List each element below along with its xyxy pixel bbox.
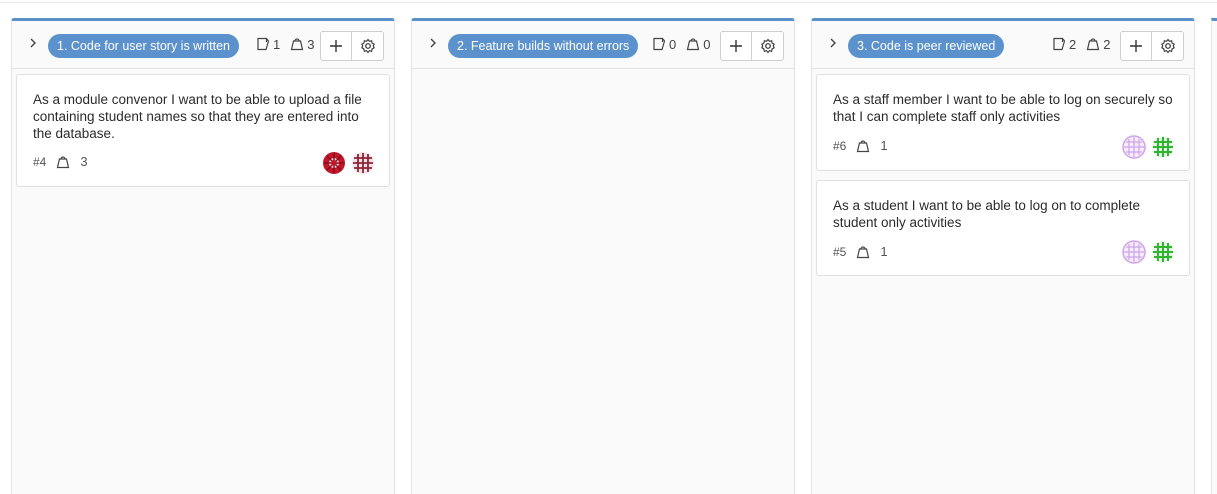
column-actions <box>1120 31 1184 61</box>
weight-icon <box>857 245 870 258</box>
weight-count: 0 <box>703 36 711 52</box>
weight-icon <box>1086 38 1100 51</box>
board-column-partial <box>1211 18 1217 494</box>
column-counts: 0 0 <box>652 35 710 53</box>
issue-meta: #4 3 <box>33 154 88 169</box>
board-column: 2. Feature builds without errors 0 0 <box>411 18 795 494</box>
issue-title[interactable]: As a module convenor I want to be able t… <box>33 91 373 142</box>
top-divider <box>0 2 1217 3</box>
column-settings-button[interactable] <box>1152 31 1184 61</box>
issues-icon <box>653 37 666 51</box>
issue-count: 0 <box>669 36 677 52</box>
add-issue-button[interactable] <box>320 31 352 61</box>
assignee-avatar[interactable] <box>1151 135 1175 159</box>
column-title: 3. Code is peer reviewed <box>848 34 1005 58</box>
weight-icon <box>290 38 304 51</box>
issue-id[interactable]: #5 <box>833 245 846 259</box>
column-actions <box>720 31 784 61</box>
issue-card[interactable]: As a module convenor I want to be able t… <box>16 74 390 187</box>
issue-card[interactable]: As a staff member I want to be able to l… <box>816 74 1190 171</box>
chevron-right-icon[interactable] <box>826 35 840 51</box>
issue-card[interactable]: As a student I want to be able to log on… <box>816 180 1190 276</box>
add-issue-button[interactable] <box>1120 31 1152 61</box>
gear-icon <box>760 38 775 54</box>
assignee-list <box>322 151 375 175</box>
chevron-right-icon[interactable] <box>26 35 40 51</box>
issue-count: 2 <box>1069 36 1077 52</box>
column-actions <box>320 31 384 61</box>
issue-weight: 1 <box>880 138 888 153</box>
issue-id[interactable]: #4 <box>33 155 46 169</box>
column-settings-button[interactable] <box>752 31 784 61</box>
board-column: 3. Code is peer reviewed 2 2 As a staff … <box>811 18 1195 494</box>
assignee-avatar[interactable] <box>1122 135 1146 159</box>
gear-icon <box>1160 38 1175 54</box>
column-counts: 1 3 <box>256 35 314 53</box>
column-counts: 2 2 <box>1052 35 1110 53</box>
issue-id[interactable]: #6 <box>833 139 846 153</box>
plus-icon <box>1130 40 1142 52</box>
weight-icon <box>57 155 70 168</box>
assignee-avatar[interactable] <box>1122 240 1146 264</box>
issue-meta: #6 1 <box>833 138 888 153</box>
board-column: 1. Code for user story is written 1 3 As… <box>11 18 395 494</box>
weight-count: 2 <box>1103 36 1111 52</box>
column-settings-button[interactable] <box>352 31 384 61</box>
issue-weight: 3 <box>80 154 88 169</box>
issue-title[interactable]: As a student I want to be able to log on… <box>833 197 1173 231</box>
column-header: 1. Code for user story is written 1 3 <box>12 21 394 69</box>
gear-icon <box>360 38 375 54</box>
assignee-list <box>1122 240 1175 264</box>
chevron-right-icon[interactable] <box>426 35 440 51</box>
assignee-avatar[interactable] <box>1151 240 1175 264</box>
plus-icon <box>330 40 342 52</box>
issues-icon <box>257 37 270 51</box>
assignee-avatar[interactable] <box>322 151 346 175</box>
column-title: 2. Feature builds without errors <box>448 34 639 58</box>
weight-icon <box>686 38 700 51</box>
issue-count: 1 <box>273 36 281 52</box>
weight-icon <box>857 139 870 152</box>
column-header: 2. Feature builds without errors 0 0 <box>412 21 794 69</box>
issue-meta: #5 1 <box>833 244 888 259</box>
issue-title[interactable]: As a staff member I want to be able to l… <box>833 91 1173 125</box>
add-issue-button[interactable] <box>720 31 752 61</box>
weight-count: 3 <box>307 36 315 52</box>
issues-icon <box>1053 37 1066 51</box>
plus-icon <box>730 40 742 52</box>
assignee-list <box>1122 135 1175 159</box>
assignee-avatar[interactable] <box>351 151 375 175</box>
column-header: 3. Code is peer reviewed 2 2 <box>812 21 1194 69</box>
issue-weight: 1 <box>880 244 888 259</box>
column-title: 1. Code for user story is written <box>48 34 239 58</box>
